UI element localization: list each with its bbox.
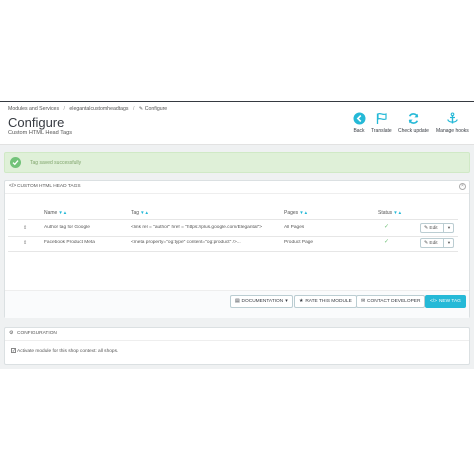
table-divider [8,219,458,220]
check-update-label: Check update [398,128,429,134]
translate-label: Translate [371,128,392,134]
status-enabled-icon[interactable]: ✓ [384,223,389,230]
activate-checkbox[interactable]: ✓ [11,348,16,353]
button-divider [443,224,444,232]
pencil-icon: ✎ [424,241,429,246]
documentation-button[interactable]: ▤ DOCUMENTATION ▾ [230,295,293,308]
star-icon: ★ [299,299,304,304]
documentation-label: DOCUMENTATION [241,299,284,304]
caret-down-icon: ▾ [285,299,288,304]
breadcrumb-separator: / [132,106,135,112]
caret-down-icon[interactable]: ▼ [447,240,451,245]
rate-module-button[interactable]: ★ RATE THIS MODULE [294,295,357,308]
anchor-icon [445,111,459,125]
page-title: Configure [8,115,65,130]
translate-button[interactable]: Translate [371,111,392,141]
back-button[interactable]: Back [352,111,366,141]
page-header: Modules and Services / elegantalcustomhe… [0,102,474,145]
caret-down-icon[interactable]: ▼ [447,225,451,230]
page-subtitle: Custom HTML Head Tags [8,130,73,136]
row-name: Facebook Product Meta [44,240,95,245]
breadcrumb-separator: / [63,106,65,112]
drag-handle-icon[interactable]: ⇕ [23,225,27,231]
refresh-icon [406,111,420,125]
table-divider [8,236,458,237]
gear-icon: ⚙ [9,330,14,336]
column-name-label: Name [44,210,58,216]
book-icon: ▤ [235,299,240,304]
breadcrumb-item-configure: Configure [144,106,168,112]
drag-handle-icon[interactable]: ⇕ [23,240,27,246]
manage-hooks-button[interactable]: Manage hooks [436,111,469,141]
edit-label: ✎ Edit [424,241,438,246]
edit-text: Edit [429,241,438,246]
back-label: Back [353,128,365,134]
panel-heading-text: CUSTOM HTML HEAD TAGS [17,184,81,189]
new-tag-label: NEW TAG [438,299,461,304]
configuration-panel: ⚙ CONFIGURATION [4,327,470,365]
rate-label: RATE THIS MODULE [305,299,352,304]
edit-label: ✎ Edit [424,226,438,231]
column-header-status[interactable]: Status▼▲ [378,210,402,216]
contact-developer-button[interactable]: ✉ CONTACT DEVELOPER [356,295,426,308]
pencil-icon: ✎ [424,226,429,231]
row-tag: <link rel = "author" href = "https://plu… [131,225,263,230]
row-pages: Product Page [284,240,314,245]
panel-heading: </> CUSTOM HTML HEAD TAGS × [5,181,469,194]
button-divider [443,239,444,247]
edit-button[interactable]: ✎ Edit ▼ [420,223,454,233]
sort-icon[interactable]: ▼▲ [299,210,308,215]
column-pages-label: Pages [284,210,299,216]
wrench-icon: ✎ [138,106,144,112]
panel-heading: ⚙ CONFIGURATION [5,328,469,341]
status-enabled-icon[interactable]: ✓ [384,238,389,245]
row-name: Author tag for Google [44,225,90,230]
panel-heading-text: CONFIGURATION [17,331,57,336]
new-tag-button[interactable]: </> NEW TAG [425,295,466,308]
code-icon: </> [9,183,17,189]
collapse-icon[interactable]: × [459,183,466,190]
check-update-button[interactable]: Check update [398,111,429,141]
check-circle-icon [10,157,21,168]
table-divider [8,251,458,252]
code-icon: </> [430,299,437,304]
breadcrumb-item-module[interactable]: elegantalcustomheadtags [69,106,128,112]
column-header-pages[interactable]: Pages▼▲ [284,210,308,216]
breadcrumb: Modules and Services / elegantalcustomhe… [8,106,167,112]
flag-icon [374,111,388,125]
activate-label: Activate module for this shop context: a… [17,349,119,354]
sort-icon[interactable]: ▼▲ [140,210,149,215]
breadcrumb-item-modules[interactable]: Modules and Services [8,106,59,112]
edit-button[interactable]: ✎ Edit ▼ [420,238,454,248]
sort-icon[interactable]: ▼▲ [393,210,402,215]
sort-icon[interactable]: ▼▲ [58,210,67,215]
alert-message: Tag saved successfully [30,160,82,166]
column-status-label: Status [378,210,393,216]
column-header-name[interactable]: Name▼▲ [44,210,67,216]
envelope-icon: ✉ [361,299,366,304]
column-tag-label: Tag [131,210,140,216]
column-header-tag[interactable]: Tag▼▲ [131,210,149,216]
success-alert: Tag saved successfully [4,152,470,173]
back-arrow-circle-icon [352,111,366,125]
row-pages: All Pages [284,225,305,230]
contact-label: CONTACT DEVELOPER [367,299,421,304]
edit-text: Edit [429,226,438,231]
row-tag: <meta property="og:type" content="og:pro… [131,240,241,245]
manage-hooks-label: Manage hooks [436,128,469,134]
